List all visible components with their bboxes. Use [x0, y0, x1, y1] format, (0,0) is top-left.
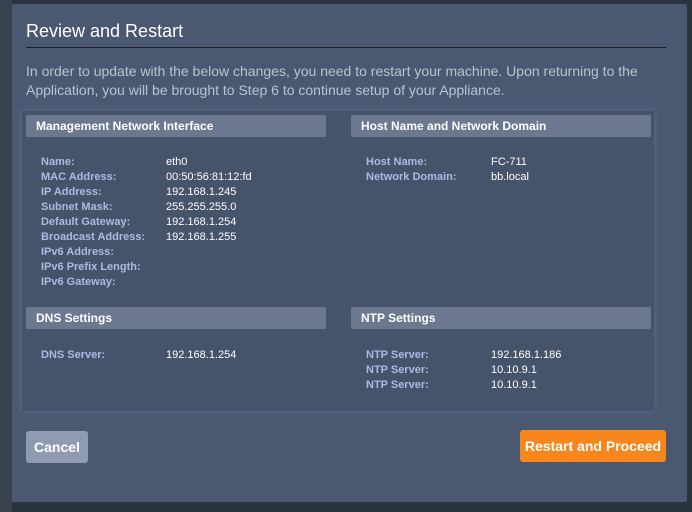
kv-value: 255.255.255.0 — [166, 201, 237, 213]
kv-row: NTP Server: 192.168.1.186 — [366, 348, 561, 363]
kv-value: 10.10.9.1 — [491, 379, 537, 391]
kv-row: Host Name: FC-711 — [366, 155, 529, 170]
kv-value: eth0 — [166, 156, 188, 168]
ntp-list: NTP Server: 192.168.1.186 NTP Server: 10.1… — [366, 348, 561, 393]
kv-row: MAC Address: 00:50:56:81:12:fd — [41, 170, 252, 185]
kv-value: 192.168.1.245 — [166, 186, 237, 198]
kv-key: IP Address: — [41, 186, 102, 198]
intro-text: In order to update with the below change… — [26, 63, 638, 98]
kv-key: Name: — [41, 156, 75, 168]
title-divider — [26, 47, 666, 48]
kv-key: Broadcast Address: — [41, 231, 146, 243]
kv-row: IPv6 Prefix Length: — [41, 260, 252, 275]
kv-row: Subnet Mask: 255.255.255.0 — [41, 200, 252, 215]
kv-value: FC-711 — [491, 156, 527, 168]
review-restart-dialog: Review and Restart In order to update wi… — [12, 4, 687, 502]
dialog-title: Review and Restart — [26, 21, 184, 41]
kv-value: 192.168.1.254 — [166, 349, 237, 361]
hostname-section-header: Host Name and Network Domain — [351, 115, 651, 137]
kv-row: Broadcast Address: 192.168.1.255 — [41, 230, 252, 245]
kv-value: 192.168.1.254 — [166, 216, 237, 228]
kv-key: NTP Server: — [366, 379, 429, 391]
kv-key: DNS Server: — [41, 349, 106, 361]
management-list: Name: eth0 MAC Address: 00:50:56:81:12:fd … — [41, 155, 252, 290]
hostname-list: Host Name: FC-711 Network Domain: bb.local — [366, 155, 529, 185]
kv-row: Network Domain: bb.local — [366, 170, 529, 185]
dns-section-header: DNS Settings — [26, 307, 326, 329]
kv-row: NTP Server: 10.10.9.1 — [366, 378, 561, 393]
kv-key: Host Name: — [366, 156, 428, 168]
kv-key: NTP Server: — [366, 364, 429, 376]
kv-value: 10.10.9.1 — [491, 364, 537, 376]
restart-and-proceed-button[interactable]: Restart and Proceed — [520, 430, 666, 462]
kv-value: bb.local — [491, 171, 529, 183]
background-page — [0, 0, 12, 512]
kv-row: IPv6 Gateway: — [41, 275, 252, 290]
kv-key: IPv6 Address: — [41, 246, 114, 258]
kv-key: MAC Address: — [41, 171, 117, 183]
kv-key: NTP Server: — [366, 349, 429, 361]
kv-row: NTP Server: 10.10.9.1 — [366, 363, 561, 378]
management-section-header: Management Network Interface — [26, 115, 326, 137]
summary-panel: Management Network Interface Name: eth0 M… — [22, 111, 654, 411]
kv-row: Default Gateway: 192.168.1.254 — [41, 215, 252, 230]
kv-row: IP Address: 192.168.1.245 — [41, 185, 252, 200]
dns-list: DNS Server: 192.168.1.254 — [41, 348, 236, 363]
kv-value: 00:50:56:81:12:fd — [166, 171, 252, 183]
kv-key: IPv6 Prefix Length: — [41, 261, 141, 273]
kv-key: Default Gateway: — [41, 216, 131, 228]
ntp-section-header: NTP Settings — [351, 307, 651, 329]
kv-value: 192.168.1.186 — [491, 349, 562, 361]
kv-row: Name: eth0 — [41, 155, 252, 170]
kv-key: Network Domain: — [366, 171, 457, 183]
cancel-button[interactable]: Cancel — [26, 431, 88, 463]
kv-row: IPv6 Address: — [41, 245, 252, 260]
kv-key: IPv6 Gateway: — [41, 276, 116, 288]
kv-value: 192.168.1.255 — [166, 231, 237, 243]
kv-row: DNS Server: 192.168.1.254 — [41, 348, 236, 363]
kv-key: Subnet Mask: — [41, 201, 113, 213]
